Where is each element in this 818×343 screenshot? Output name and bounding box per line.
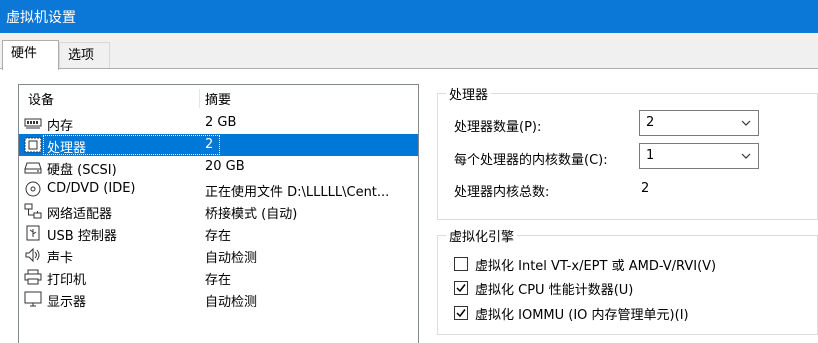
tab-strip: 硬件 选项 [0,40,818,70]
device-name: CD/DVD (IDE) [47,181,136,196]
vtx-ept-label[interactable]: 虚拟化 Intel VT-x/EPT 或 AMD-V/RVI(V) [475,255,716,274]
processor-group-title: 处理器 [446,84,492,103]
device-list-header: 设备 摘要 [19,85,418,111]
tab-content: 设备 摘要 内存 2 GB 处理器 2 硬盘 (SCSI) 20 GB CD/D… [0,68,818,343]
tab-options[interactable]: 选项 [59,42,110,69]
device-name: 声卡 [47,251,74,266]
virtualization-engine-group: 虚拟化引擎 虚拟化 Intel VT-x/EPT 或 AMD-V/RVI(V) … [437,226,818,335]
chevron-down-icon [740,150,752,162]
column-header-device[interactable]: 设备 [28,89,54,108]
processor-count-value: 2 [646,115,655,130]
window-title: 虚拟机设置 [6,10,76,26]
device-summary: 20 GB [205,159,245,174]
device-row-cd-dvd[interactable]: CD/DVD (IDE) 正在使用文件 D:\LLLLL\Cent... [19,178,418,200]
processor-count-label: 处理器数量(P): [454,120,542,135]
iommu-checkbox[interactable] [454,306,468,320]
checkmark-icon [456,284,466,293]
tab-hardware-label: 硬件 [11,46,38,61]
device-row-usb-controller[interactable]: USB 控制器 存在 [19,222,418,244]
checkmark-icon [456,309,466,318]
device-summary: 正在使用文件 D:\LLLLL\Cent... [205,185,390,200]
device-summary: 2 [205,137,214,152]
device-row-display[interactable]: 显示器 自动检测 [19,288,418,310]
memory-icon [24,115,42,131]
virtualization-engine-group-title: 虚拟化引擎 [446,226,518,245]
hard-disk-icon [24,159,42,175]
device-row-printer[interactable]: 打印机 存在 [19,266,418,288]
cores-per-processor-label: 每个处理器的内核数量(C): [454,153,608,168]
device-list[interactable]: 设备 摘要 内存 2 GB 处理器 2 硬盘 (SCSI) 20 GB CD/D… [18,84,419,343]
device-row-sound-card[interactable]: 声卡 自动检测 [19,244,418,266]
tab-options-label: 选项 [68,48,95,63]
chevron-down-icon [740,117,752,129]
total-cores-value: 2 [641,181,650,196]
processor-count-dropdown[interactable]: 2 [639,110,759,136]
device-summary: 自动检测 [205,295,258,310]
processor-group: 处理器 处理器数量(P): 2 每个处理器的内核数量(C): 1 处理器内核总数… [437,84,818,220]
cpu-perf-counters-label[interactable]: 虚拟化 CPU 性能计数器(U) [475,279,633,298]
device-row-processor[interactable]: 处理器 2 [19,134,418,156]
device-summary: 存在 [205,273,232,288]
network-adapter-icon [24,203,42,219]
device-name: USB 控制器 [47,229,117,244]
column-divider [199,89,200,108]
device-name: 显示器 [47,295,87,310]
total-cores-label: 处理器内核总数: [454,185,550,200]
device-name: 内存 [47,119,74,134]
device-summary: 2 GB [205,115,237,130]
device-name: 网络适配器 [47,207,113,222]
device-row-hard-disk[interactable]: 硬盘 (SCSI) 20 GB [19,156,418,178]
iommu-label[interactable]: 虚拟化 IOMMU (IO 内存管理单元)(I) [475,304,689,323]
usb-controller-icon [24,225,42,241]
display-icon [24,291,42,307]
tab-hardware[interactable]: 硬件 [2,40,59,70]
column-header-summary[interactable]: 摘要 [205,89,231,108]
device-row-network-adapter[interactable]: 网络适配器 桥接模式 (自动) [19,200,418,222]
device-name: 打印机 [47,273,87,288]
cores-per-processor-value: 1 [646,148,655,163]
cd-dvd-icon [24,181,42,197]
sound-card-icon [24,247,42,263]
device-summary: 自动检测 [205,251,258,266]
device-summary: 桥接模式 (自动) [205,207,298,222]
device-name: 硬盘 (SCSI) [47,163,117,178]
vtx-ept-checkbox[interactable] [454,257,468,271]
device-name: 处理器 [47,141,87,156]
title-bar: 虚拟机设置 [0,0,818,33]
device-summary: 存在 [205,229,232,244]
processor-icon [24,137,42,153]
cores-per-processor-dropdown[interactable]: 1 [639,143,759,169]
cpu-perf-counters-checkbox[interactable] [454,281,468,295]
printer-icon [24,269,42,285]
device-row-memory[interactable]: 内存 2 GB [19,112,418,134]
